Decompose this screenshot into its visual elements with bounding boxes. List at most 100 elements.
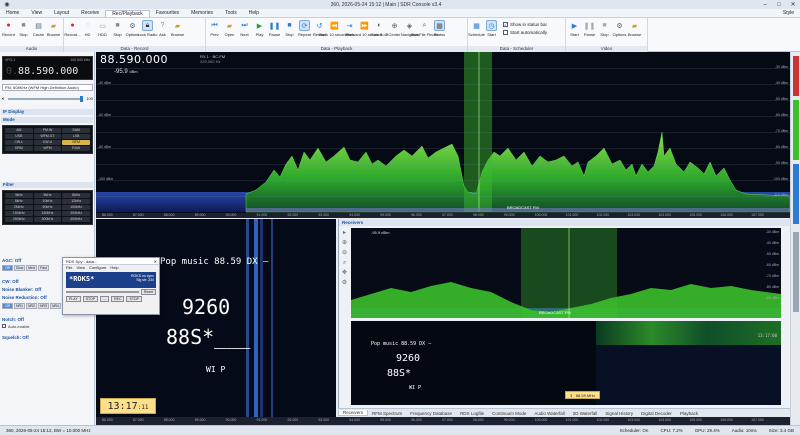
- auto-enable-check[interactable]: Auto-enable: [2, 324, 30, 329]
- video-stop-button[interactable]: ■ Stop: [597, 19, 612, 37]
- minimize-icon[interactable]: –: [758, 2, 772, 8]
- dialog-menu-help[interactable]: Help: [110, 265, 118, 271]
- receiver-spectrum-plot[interactable]: [351, 228, 781, 318]
- zoom-in-icon[interactable]: ⊕: [341, 240, 348, 247]
- show-in-status-bar-check[interactable]: ✓ Show in status bar: [503, 22, 547, 27]
- data-ask-button[interactable]: ? Ask: [155, 19, 170, 37]
- tab-digital-decoder[interactable]: Digital Decoder: [637, 411, 676, 416]
- center-button[interactable]: ⊕ Center: [387, 19, 402, 38]
- waterfall-display[interactable]: Pop music 88.59 DX — 9260 88S*___ WI P: [96, 219, 336, 417]
- dialog-stop2-button[interactable]: STOP: [126, 296, 142, 302]
- video-start-button[interactable]: ▶ Start: [567, 19, 582, 38]
- tab-playback[interactable]: Playback: [676, 411, 702, 416]
- bottom-frequency-axis[interactable]: 86.000 87.000 88.000 89.000 90.000 91.000 92.0…: [96, 417, 790, 425]
- data-hdd-button[interactable]: ▭ HDD: [95, 19, 110, 38]
- receiver-waterfall[interactable]: Pop music 88.59 DX — 9260 88S* WI P 13:1…: [351, 321, 781, 405]
- mode-button[interactable]: FM-W: [33, 128, 62, 133]
- mode-button[interactable]: AM: [5, 128, 33, 133]
- menu-favourites[interactable]: Favourites: [150, 10, 185, 16]
- audio-cache-button[interactable]: ▤ Cache: [31, 19, 46, 38]
- audio-record-button[interactable]: ● Record: [1, 19, 16, 37]
- rds-spy-dialog[interactable]: RDS Spy - data... ✕ File View Configure H…: [62, 257, 160, 315]
- volume-slider[interactable]: [8, 95, 84, 102]
- tab-audio-waterfall[interactable]: Audio Waterfall: [530, 411, 568, 416]
- menu-help[interactable]: Help: [243, 10, 265, 16]
- video-options-button[interactable]: ⚙ Options: [612, 19, 627, 38]
- filter-button[interactable]: 8kHz: [5, 199, 33, 204]
- dialog-menu-configure[interactable]: Configure: [89, 265, 106, 271]
- dialog-title-bar[interactable]: RDS Spy - data... ✕: [63, 258, 159, 265]
- gain-button[interactable]: ◐ Gain 0 dB: [371, 19, 389, 37]
- back-10-button[interactable]: ⏪ Back 10 seconds: [319, 19, 349, 38]
- filter-button[interactable]: 6kHz: [62, 193, 90, 198]
- status-button[interactable]: ▦ Status: [432, 19, 447, 37]
- dialog-play-button[interactable]: PLAY: [66, 296, 81, 302]
- mode-button[interactable]: WFM-ST: [33, 134, 62, 139]
- mode-button[interactable]: DRM: [5, 146, 33, 151]
- data-stop-button[interactable]: ■ Stop: [110, 19, 125, 37]
- filter-button[interactable]: 100kHz: [62, 205, 90, 210]
- filter-button[interactable]: 200kHz: [62, 211, 90, 216]
- pin-icon[interactable]: ▸: [341, 230, 348, 237]
- playback-stop-button[interactable]: ■ Stop: [282, 19, 297, 37]
- dialog-rec-button[interactable]: REC: [111, 296, 125, 302]
- menu-rec-playback[interactable]: Rec/Playback: [105, 9, 150, 17]
- nr-option-button[interactable]: NR4: [50, 303, 61, 309]
- agc-option-button[interactable]: Off: [2, 265, 13, 271]
- filter-button[interactable]: 25kHz: [5, 205, 33, 210]
- right-scroll-panel[interactable]: [790, 52, 800, 425]
- menu-memories[interactable]: Memories: [185, 10, 219, 16]
- lock-radio-button[interactable]: 🔒︎ Lock Radio: [138, 19, 158, 37]
- audio-stop-button[interactable]: ■ Stop: [16, 19, 31, 37]
- style-menu[interactable]: Style: [783, 10, 800, 16]
- tab-2d-waterfall[interactable]: 2D Waterfall: [569, 411, 602, 416]
- next-button[interactable]: ⏭ Next: [237, 19, 252, 38]
- app-icon[interactable]: ◉: [0, 1, 14, 8]
- filter-button[interactable]: 3kHz: [5, 193, 33, 198]
- mode-button[interactable]: SAM: [62, 128, 90, 133]
- audio-browse-button[interactable]: ▰ Browse: [46, 19, 61, 38]
- schedule-button[interactable]: ▦ Schedule: [468, 19, 485, 38]
- tab-receivers[interactable]: Receivers: [338, 410, 369, 416]
- tab-rds-logfile[interactable]: RDS Logfile: [456, 411, 488, 416]
- notch-label[interactable]: Notch: Off: [2, 317, 24, 322]
- mode-button[interactable]: NFM: [62, 140, 90, 145]
- mode-button[interactable]: CW-U: [33, 140, 62, 145]
- volume-thumb[interactable]: [80, 95, 84, 102]
- mode-button[interactable]: CW-L: [5, 140, 33, 145]
- zoom-icon[interactable]: ⌕: [341, 260, 348, 267]
- dialog-slider[interactable]: [66, 291, 139, 293]
- pan-icon[interactable]: ✥: [341, 270, 348, 277]
- filter-button[interactable]: 10kHz: [33, 199, 62, 204]
- mode-button[interactable]: LSB: [62, 134, 90, 139]
- data-record-button[interactable]: ● Record...: [64, 19, 80, 37]
- filter-section[interactable]: Filter: [1, 182, 93, 188]
- filter-button[interactable]: 180kHz: [33, 211, 62, 216]
- vfo-display[interactable]: VFO-1 100.500 kHz 0.88.590.000: [2, 56, 93, 80]
- spectrum-frequency[interactable]: 88.590.000: [100, 53, 168, 66]
- nr-option-button[interactable]: Off: [2, 303, 13, 309]
- agc-option-button[interactable]: Slow: [14, 265, 25, 271]
- play-button[interactable]: ▶ Play: [252, 19, 267, 38]
- datafile-finder-button[interactable]: ⌕ DataFile Finder: [411, 19, 438, 38]
- reset-button[interactable]: Reset: [140, 289, 156, 295]
- zoom-out-icon[interactable]: ⊖: [341, 250, 348, 257]
- prev-button[interactable]: ⏮ Prev: [207, 19, 222, 38]
- tab-rfm-spectrum[interactable]: RFM Spectrum: [368, 411, 406, 416]
- main-spectrum[interactable]: 88.590.000 -95.9 dBm RX 1 · BC-FM 225.00…: [96, 52, 790, 216]
- filter-button[interactable]: 12kHz: [62, 199, 90, 204]
- agc-label[interactable]: AGC: Off: [2, 258, 21, 263]
- cw-label[interactable]: CW: Off: [2, 279, 19, 284]
- tab-continuum-mode[interactable]: Continuum Mode: [488, 411, 530, 416]
- dialog-close-icon[interactable]: ✕: [154, 258, 159, 265]
- close-icon[interactable]: ✕: [786, 1, 800, 8]
- mode-button[interactable]: USB: [5, 134, 33, 139]
- maximize-icon[interactable]: □: [772, 2, 786, 8]
- scroll-thumb[interactable]: [793, 232, 799, 312]
- menu-home[interactable]: Home: [0, 10, 25, 16]
- mode-button[interactable]: WFM: [33, 146, 62, 151]
- dialog-menu-file[interactable]: File: [66, 265, 72, 271]
- frequency-axis[interactable]: 86.000 87.000 88.000 89.000 90.000 91.000 92.0…: [96, 213, 790, 218]
- repeat-button[interactable]: ⟳ Repeat: [297, 19, 312, 37]
- start-automatically-check[interactable]: Start automatically: [503, 30, 547, 35]
